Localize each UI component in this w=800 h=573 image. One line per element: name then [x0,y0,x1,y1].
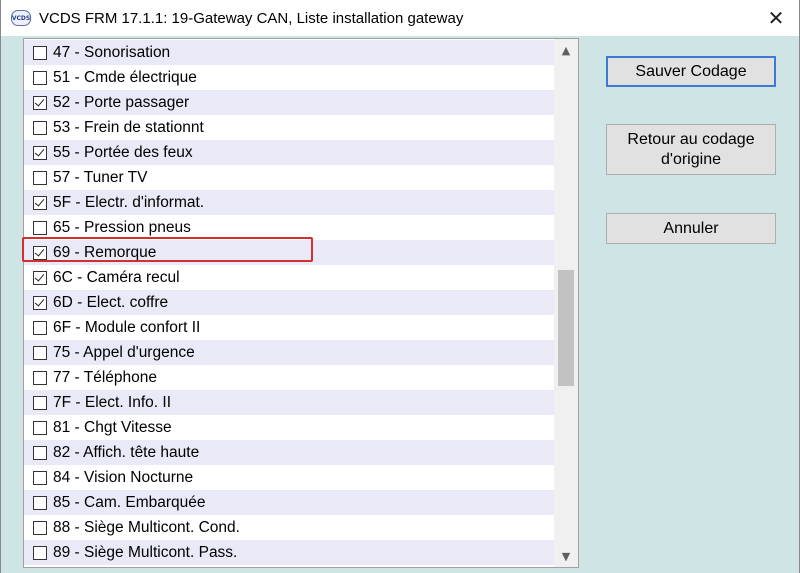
list-item-label: 47 - Sonorisation [53,43,171,61]
vertical-scrollbar[interactable]: ▲ ▼ [554,39,578,567]
list-item-label: 65 - Pression pneus [53,218,191,236]
list-item[interactable]: 77 - Téléphone [24,365,554,390]
checkbox[interactable] [33,395,47,410]
checkbox[interactable] [33,45,47,60]
list-item-label: 6F - Module confort II [53,318,201,336]
list-item[interactable]: 75 - Appel d'urgence [24,340,554,365]
list-item-label: 81 - Chgt Vitesse [53,418,172,436]
list-item-label: 77 - Téléphone [53,368,157,386]
checkbox[interactable] [33,270,47,285]
list-item-label: 89 - Siège Multicont. Pass. [53,543,238,561]
cancel-button[interactable]: Annuler [606,213,776,244]
chevron-up-icon[interactable]: ▲ [554,39,578,61]
vcds-window: VCDS VCDS FRM 17.1.1: 19-Gateway CAN, Li… [0,0,800,573]
list-item[interactable]: 81 - Chgt Vitesse [24,415,554,440]
checkbox[interactable] [33,470,47,485]
restore-original-coding-button[interactable]: Retour au codage d'origine [606,124,776,175]
list-item-label: 82 - Affich. tête haute [53,443,200,461]
list-rows: 47 - Sonorisation 51 - Cmde électrique 52 … [24,40,554,565]
checkbox[interactable] [33,345,47,360]
checkbox[interactable] [33,95,47,110]
list-item[interactable]: 85 - Cam. Embarquée [24,490,554,515]
checkbox[interactable] [33,170,47,185]
checkbox[interactable] [33,495,47,510]
checkbox[interactable] [33,420,47,435]
list-item[interactable]: 65 - Pression pneus [24,215,554,240]
list-item-label: 51 - Cmde électrique [53,68,197,86]
list-item[interactable]: 88 - Siège Multicont. Cond. [24,515,554,540]
list-item[interactable]: 47 - Sonorisation [24,40,554,65]
checkbox[interactable] [33,545,47,560]
list-item[interactable]: 5F - Electr. d'informat. [24,190,554,215]
list-item[interactable]: 6C - Caméra recul [24,265,554,290]
restore-button-line2: d'origine [661,150,721,168]
list-item[interactable]: 51 - Cmde électrique [24,65,554,90]
checkbox[interactable] [33,195,47,210]
checkbox[interactable] [33,70,47,85]
checkbox[interactable] [33,520,47,535]
list-item[interactable]: 84 - Vision Nocturne [24,465,554,490]
checkbox[interactable] [33,120,47,135]
list-item-label: 85 - Cam. Embarquée [53,493,206,511]
checkbox[interactable] [33,370,47,385]
checkbox[interactable] [33,320,47,335]
close-icon[interactable]: ✕ [753,0,799,36]
title-bar[interactable]: VCDS VCDS FRM 17.1.1: 19-Gateway CAN, Li… [1,0,799,36]
list-item[interactable]: 69 - Remorque [24,240,554,265]
list-item-label: 88 - Siège Multicont. Cond. [53,518,240,536]
list-item-label: 75 - Appel d'urgence [53,343,195,361]
list-item-label: 6D - Elect. coffre [53,293,169,311]
checkbox[interactable] [33,295,47,310]
vcds-app-icon: VCDS [11,10,31,26]
list-item-label: 84 - Vision Nocturne [53,468,194,486]
checkbox[interactable] [33,445,47,460]
checkbox[interactable] [33,220,47,235]
window-title: VCDS FRM 17.1.1: 19-Gateway CAN, Liste i… [39,9,464,27]
list-item-label: 7F - Elect. Info. II [53,393,172,411]
checkbox[interactable] [33,145,47,160]
list-item[interactable]: 57 - Tuner TV [24,165,554,190]
gateway-installation-list[interactable]: 47 - Sonorisation 51 - Cmde électrique 52 … [23,38,579,568]
chevron-down-icon[interactable]: ▼ [554,545,578,567]
list-item[interactable]: 55 - Portée des feux [24,140,554,165]
restore-button-line1: Retour au codage [627,130,755,148]
list-item-label: 53 - Frein de stationnt [53,118,204,136]
checkbox[interactable] [33,245,47,260]
list-item-label: 69 - Remorque [53,243,157,261]
list-item-label: 6C - Caméra recul [53,268,180,286]
list-item[interactable]: 6F - Module confort II [24,315,554,340]
list-item-label: 57 - Tuner TV [53,168,148,186]
list-item[interactable]: 52 - Porte passager [24,90,554,115]
list-item[interactable]: 6D - Elect. coffre [24,290,554,315]
list-item[interactable]: 82 - Affich. tête haute [24,440,554,465]
list-item-label: 55 - Portée des feux [53,143,193,161]
scrollbar-thumb[interactable] [558,270,574,386]
list-item[interactable]: 53 - Frein de stationnt [24,115,554,140]
list-item-label: 52 - Porte passager [53,93,190,111]
list-item[interactable]: 7F - Elect. Info. II [24,390,554,415]
list-item[interactable]: 89 - Siège Multicont. Pass. [24,540,554,565]
save-coding-button[interactable]: Sauver Codage [606,56,776,87]
list-item-label: 5F - Electr. d'informat. [53,193,205,211]
